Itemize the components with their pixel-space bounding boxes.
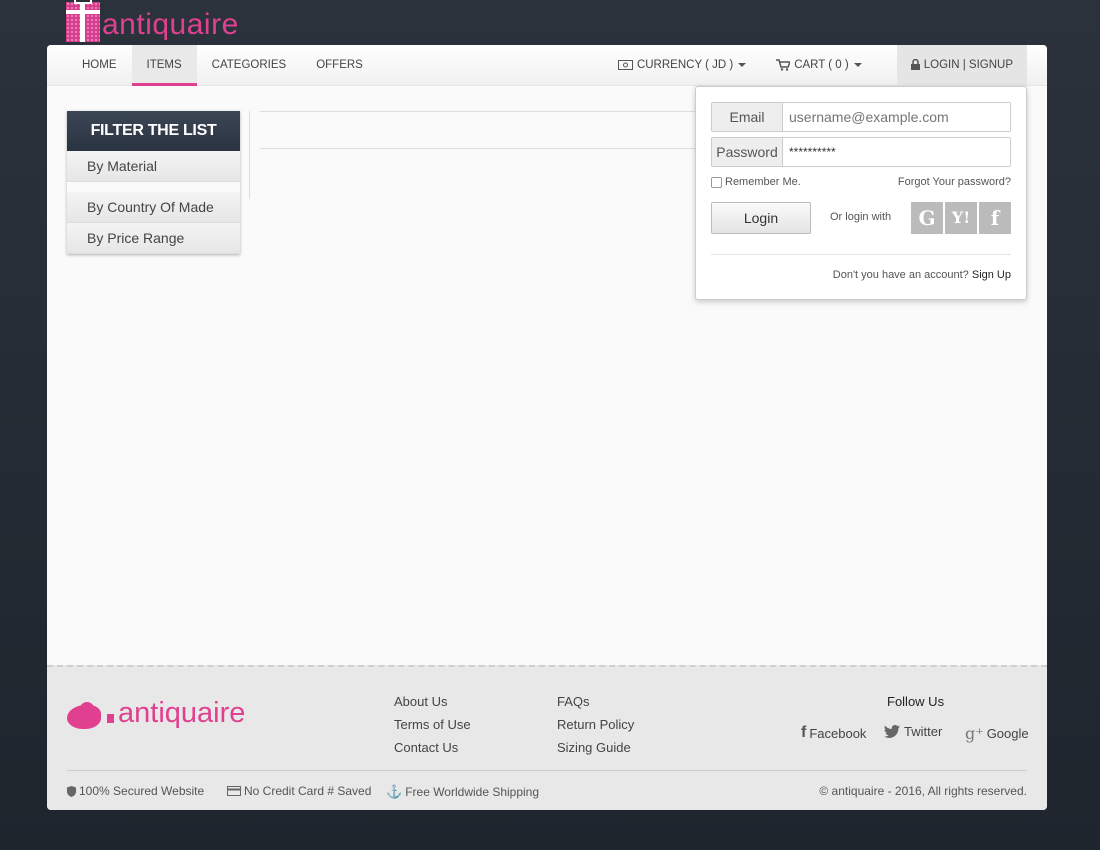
currency-label: CURRENCY ( JD ) (636, 59, 734, 71)
chevron-down-icon (853, 62, 862, 67)
divider (260, 148, 700, 149)
footer-link-terms[interactable]: Terms of Use (394, 717, 471, 732)
footer-brand-name: antiquaire (118, 697, 246, 729)
remember-me[interactable]: Remember Me. (711, 176, 801, 188)
password-label: Password (712, 138, 783, 166)
brand-name: antiquaire (102, 8, 239, 41)
brand-logo[interactable]: antiquaire (66, 0, 239, 42)
google-plus-icon: g⁺ (965, 724, 984, 743)
badge-shipping-label: Free Worldwide Shipping (405, 785, 540, 799)
follow-us-title: Follow Us (887, 694, 945, 709)
tag-icon (107, 714, 114, 723)
filter-by-price[interactable]: By Price Range (67, 223, 240, 254)
divider (249, 111, 250, 199)
or-login-with: Or login with (830, 211, 892, 223)
facebook-label: Facebook (809, 725, 867, 741)
signup-link[interactable]: Sign Up (972, 269, 1011, 281)
money-icon (617, 59, 633, 70)
badge-no-card: No Credit Card # Saved (227, 784, 371, 798)
login-signup-label: LOGIN | SIGNUP (923, 59, 1013, 71)
bird-icon (67, 699, 105, 729)
no-account-text: Don't you have an account? (832, 269, 969, 281)
nav-offers[interactable]: OFFERS (301, 45, 378, 86)
filter-panel: FILTER THE LIST By Material By Country O… (67, 111, 240, 254)
lock-icon (910, 59, 920, 71)
email-label: Email (712, 103, 783, 131)
password-field-group: Password (711, 137, 1011, 167)
footer-facebook-link[interactable]: f Facebook (801, 724, 866, 742)
chevron-down-icon (738, 62, 747, 67)
badge-shipping: ⚓ Free Worldwide Shipping (386, 784, 539, 800)
footer-link-contact[interactable]: Contact Us (394, 740, 458, 755)
nav-categories[interactable]: CATEGORIES (197, 45, 302, 86)
email-field-group: Email (711, 102, 1011, 132)
copyright: © antiquaire - 2016, All rights reserved… (819, 784, 1027, 798)
footer-link-sizing[interactable]: Sizing Guide (557, 740, 631, 755)
footer-link-faqs[interactable]: FAQs (557, 694, 590, 709)
login-button[interactable]: Login (711, 202, 811, 234)
filter-title: FILTER THE LIST (67, 111, 240, 151)
divider (711, 254, 1011, 255)
twitter-icon (884, 725, 900, 738)
cart-label: CART ( 0 ) (794, 59, 849, 71)
cart-icon (776, 59, 791, 71)
footer-google-link[interactable]: g⁺ Google (965, 724, 1029, 743)
filter-by-country[interactable]: By Country Of Made (67, 192, 240, 223)
password-input[interactable] (783, 138, 1010, 166)
cart-dropdown[interactable]: CART ( 0 ) (761, 45, 877, 86)
remember-label: Remember Me. (725, 176, 801, 188)
badge-secured-label: 100% Secured Website (79, 784, 205, 798)
badge-no-card-label: No Credit Card # Saved (244, 784, 372, 798)
email-input[interactable] (783, 103, 1010, 131)
login-dropdown: Email Password Remember Me. Forgot Your … (695, 86, 1027, 300)
currency-dropdown[interactable]: CURRENCY ( JD ) (603, 45, 761, 86)
signup-prompt: Don't you have an account? Sign Up (833, 269, 1011, 281)
footer-logo[interactable]: antiquaire (67, 697, 245, 730)
footer-twitter-link[interactable]: Twitter (884, 724, 942, 739)
facebook-icon[interactable]: f (979, 202, 1011, 234)
nav-items[interactable]: ITEMS (131, 45, 197, 86)
top-nav: HOME ITEMS CATEGORIES OFFERS CURRENCY ( … (47, 45, 1047, 86)
divider (260, 111, 700, 112)
footer-link-about[interactable]: About Us (394, 694, 447, 709)
footer: antiquaire About Us Terms of Use Contact… (47, 665, 1047, 810)
gift-icon (66, 0, 100, 42)
credit-card-icon (227, 786, 241, 796)
shield-icon (67, 785, 76, 797)
twitter-label: Twitter (904, 724, 943, 739)
facebook-icon: f (801, 724, 807, 741)
yahoo-icon[interactable]: Y! (945, 202, 977, 234)
remember-checkbox[interactable] (711, 176, 722, 188)
nav-home[interactable]: HOME (67, 45, 132, 86)
filter-by-material[interactable]: By Material (67, 151, 240, 182)
login-signup-tab[interactable]: LOGIN | SIGNUP (896, 45, 1027, 86)
anchor-icon: ⚓ (386, 784, 403, 799)
google-icon[interactable]: G (911, 202, 943, 234)
forgot-password-link[interactable]: Forgot Your password? (898, 176, 1011, 188)
footer-link-return[interactable]: Return Policy (557, 717, 634, 732)
footer-divider (67, 770, 1027, 771)
badge-secured: 100% Secured Website (67, 784, 204, 798)
google-label: Google (986, 726, 1029, 741)
